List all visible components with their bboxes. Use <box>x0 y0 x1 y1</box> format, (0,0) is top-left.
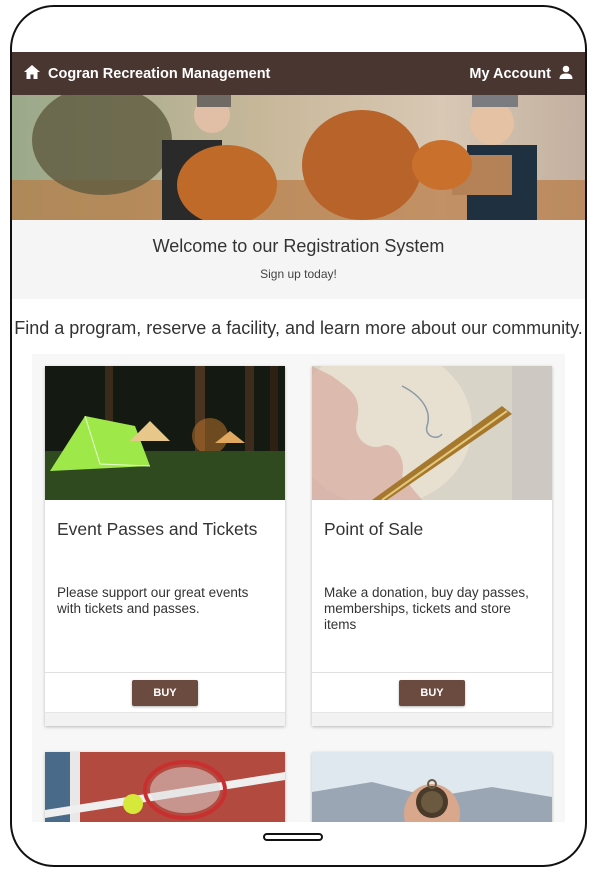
card-image-tennis <box>45 752 285 822</box>
card-description: Make a donation, buy day passes, members… <box>324 585 529 633</box>
buy-button[interactable]: BUY <box>132 679 198 706</box>
hero-image <box>12 95 585 220</box>
card-title: Event Passes and Tickets <box>57 519 258 539</box>
card-image-compass <box>312 752 552 822</box>
device-frame: Cogran Recreation Management My Account <box>10 5 587 867</box>
card-footer <box>312 712 552 726</box>
person-icon <box>559 65 573 83</box>
card-footer <box>45 712 285 726</box>
tagline: Find a program, reserve a facility, and … <box>14 318 583 338</box>
screen: Cogran Recreation Management My Account <box>12 52 585 822</box>
card-description: Please support our great events with tic… <box>57 585 249 617</box>
card-actions: BUY <box>45 672 285 712</box>
card-actions: BUY <box>312 672 552 712</box>
card-compass <box>312 752 552 822</box>
home-indicator[interactable] <box>263 833 323 841</box>
card-point-of-sale: Point of Sale Make a donation, buy day p… <box>312 366 552 726</box>
card-image-globe <box>312 366 552 500</box>
card-title: Point of Sale <box>324 519 424 539</box>
my-account-button[interactable]: My Account <box>469 65 573 83</box>
home-icon <box>24 64 40 83</box>
welcome-subtitle: Sign up today! <box>260 267 337 281</box>
app-title: Cogran Recreation Management <box>48 65 271 82</box>
welcome-panel: Welcome to our Registration System Sign … <box>12 220 585 299</box>
buy-button[interactable]: BUY <box>399 679 465 706</box>
card-image-camping <box>45 366 285 500</box>
card-event-passes: Event Passes and Tickets Please support … <box>45 366 285 726</box>
home-link[interactable]: Cogran Recreation Management <box>24 64 271 83</box>
top-app-bar: Cogran Recreation Management My Account <box>12 52 585 95</box>
cards-area: Event Passes and Tickets Please support … <box>32 354 565 822</box>
card-tennis <box>45 752 285 822</box>
account-label: My Account <box>469 65 551 82</box>
welcome-title: Welcome to our Registration System <box>152 236 445 256</box>
